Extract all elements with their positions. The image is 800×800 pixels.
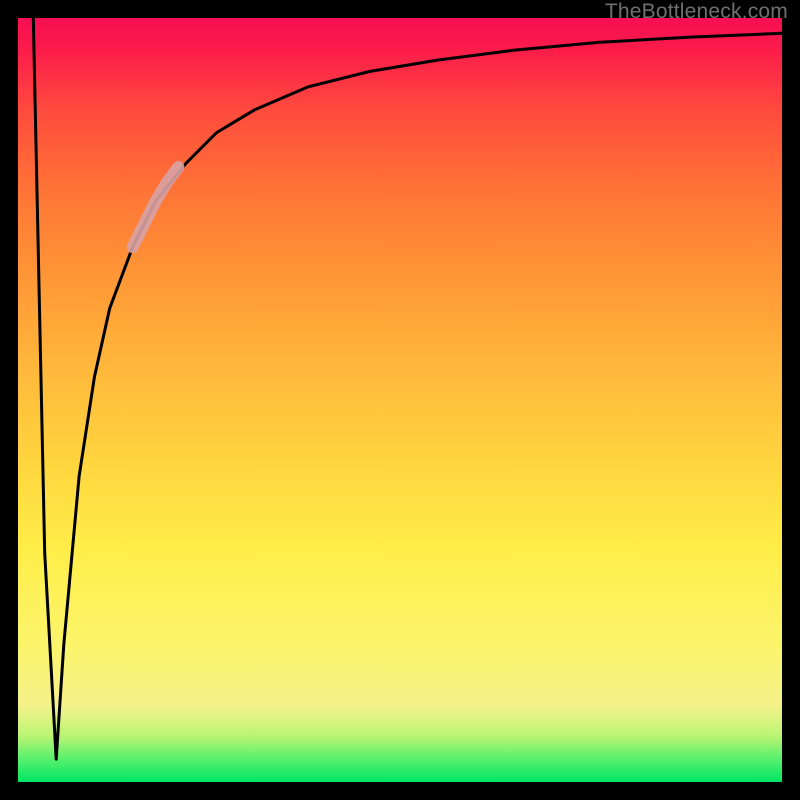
watermark-text: TheBottleneck.com [605, 0, 788, 24]
curve-svg [18, 18, 782, 782]
chart-frame: TheBottleneck.com [0, 0, 800, 800]
bottleneck-curve [33, 18, 782, 759]
highlight-segment [133, 167, 179, 247]
